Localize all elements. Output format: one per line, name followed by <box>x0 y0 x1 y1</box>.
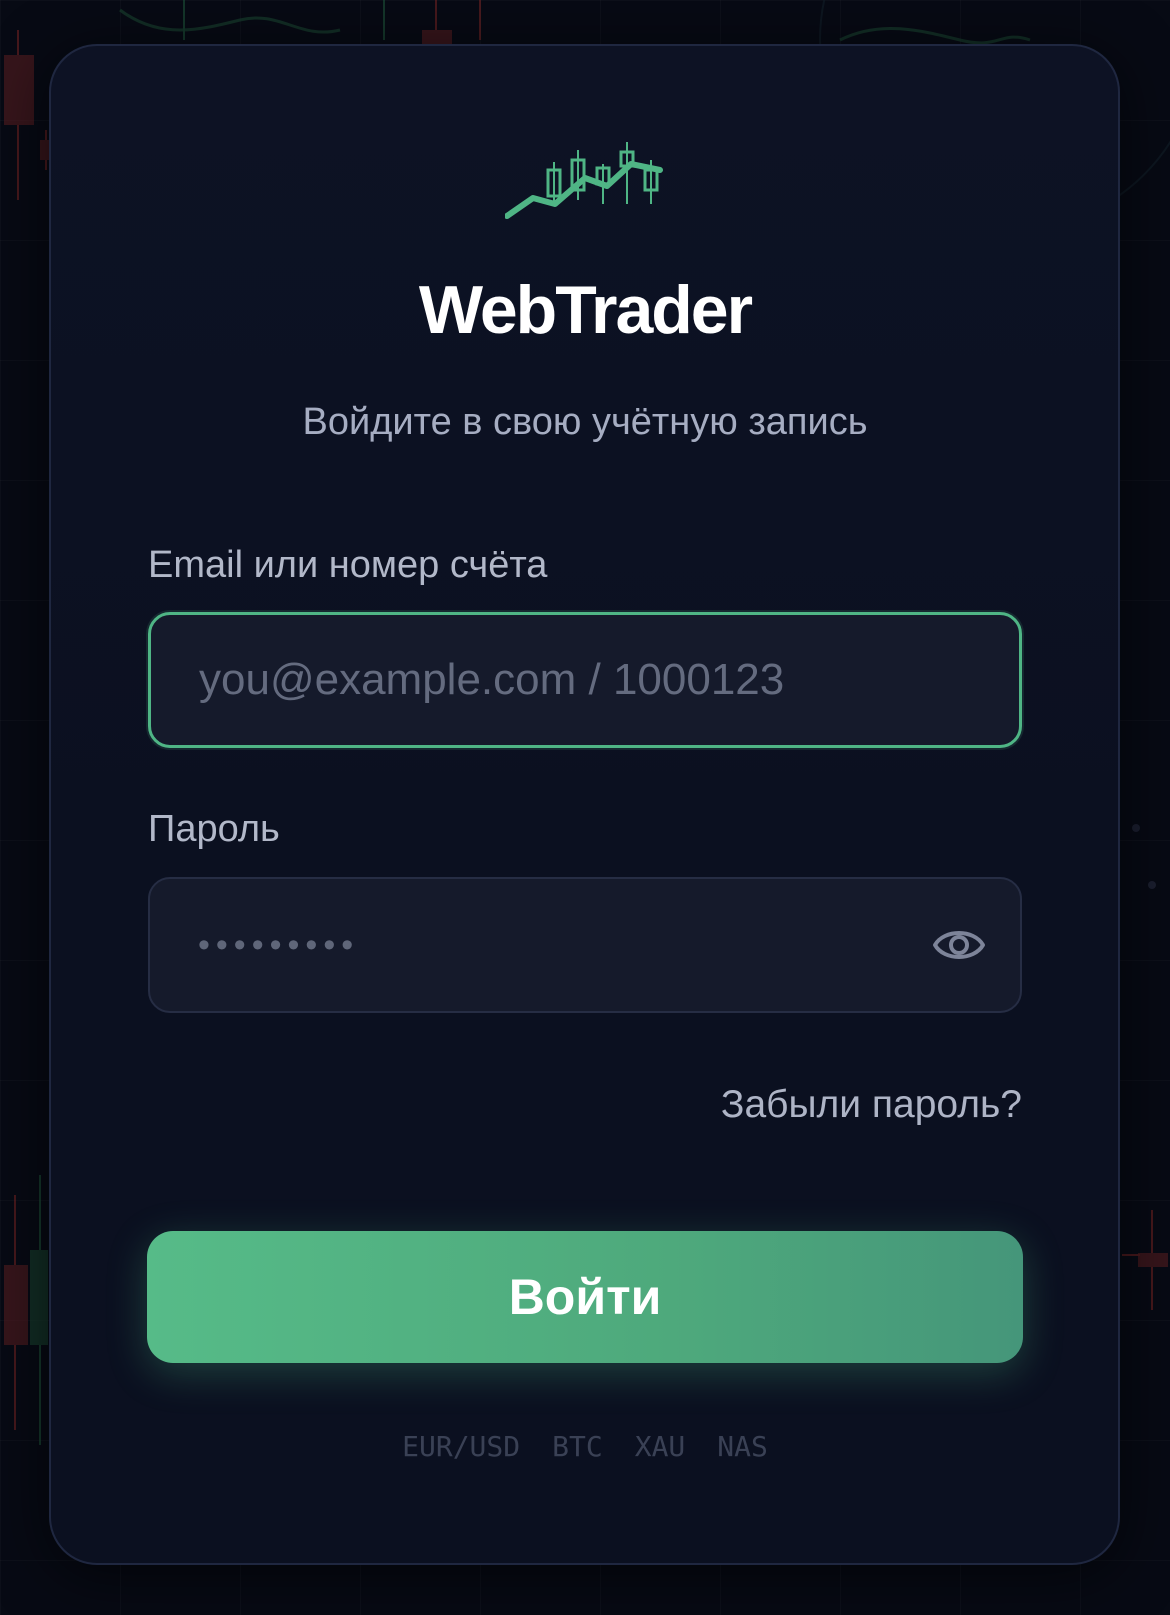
brand-name: WebTrader <box>418 272 753 348</box>
email-field[interactable] <box>148 612 1022 748</box>
ticker-list: EUR/USD BTC XAU NAS <box>0 1427 1170 1467</box>
eye-icon[interactable] <box>932 923 986 967</box>
ticker-item: NAS <box>717 1430 768 1463</box>
forgot-password-link[interactable]: Забыли пароль? <box>721 1080 1022 1130</box>
password-input[interactable] <box>198 879 878 1011</box>
ticker-item: EUR/USD <box>402 1430 521 1463</box>
email-input[interactable] <box>199 615 979 745</box>
page-subtitle: Войдите в свою учётную запись <box>302 401 868 443</box>
login-button[interactable]: Войти <box>147 1231 1023 1363</box>
password-field[interactable] <box>148 877 1022 1013</box>
email-label: Email или номер счёта <box>148 544 548 586</box>
candlestick-chart-icon <box>505 142 663 219</box>
ticker-item: BTC <box>552 1430 603 1463</box>
ticker-item: XAU <box>634 1430 686 1463</box>
password-label: Пароль <box>148 808 280 850</box>
